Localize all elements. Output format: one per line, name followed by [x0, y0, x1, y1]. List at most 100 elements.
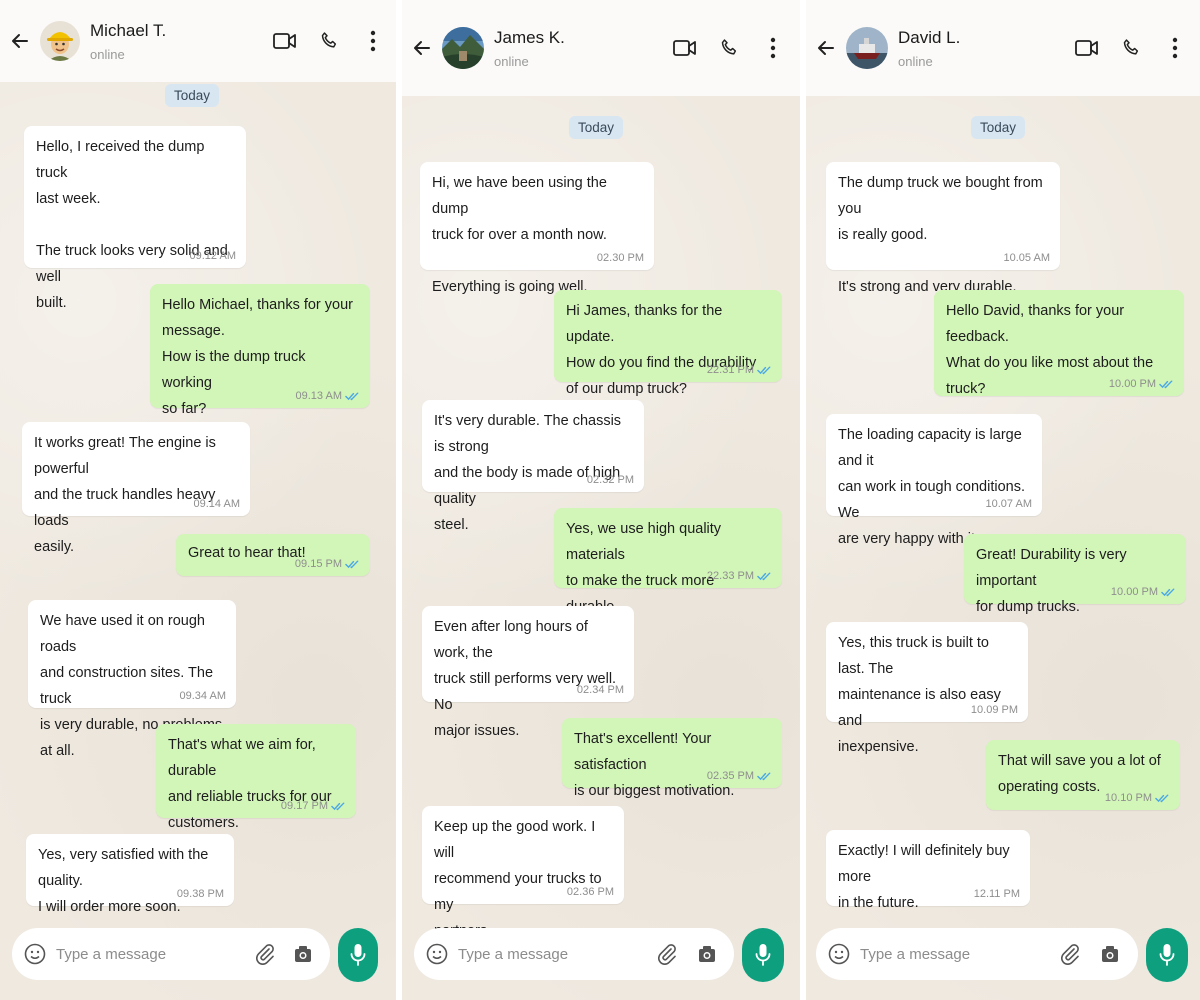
message-bubble-outgoing[interactable]: Hi James, thanks for the update. How do …: [554, 290, 782, 397]
read-ticks-icon: [757, 772, 771, 781]
message-bubble-outgoing[interactable]: Hello David, thanks for your feedback. W…: [934, 290, 1184, 397]
message-text: Hi, we have been using the dump truck fo…: [432, 175, 607, 295]
message-bubble-outgoing[interactable]: That's what we aim for, durable and reli…: [156, 724, 356, 831]
video-call-icon[interactable]: [272, 28, 298, 54]
message-meta: 09.14 AM: [194, 498, 240, 510]
attach-icon[interactable]: [657, 942, 680, 966]
more-options-icon[interactable]: [1162, 35, 1188, 61]
message-text: That's what we aim for, durable and reli…: [168, 737, 332, 831]
message-bubble-incoming[interactable]: The loading capacity is large and it can…: [826, 414, 1042, 547]
message-text: The loading capacity is large and it can…: [838, 427, 1025, 547]
date-label: Today: [164, 84, 220, 107]
message-text: Keep up the good work. I will recommend …: [434, 819, 602, 939]
read-ticks-icon: [345, 560, 359, 569]
mic-button[interactable]: [1146, 928, 1188, 982]
read-ticks-icon: [345, 392, 359, 401]
message-meta: 02.35 PM: [707, 770, 772, 782]
message-meta: 22.31 PM: [707, 364, 772, 376]
camera-icon[interactable]: [696, 942, 719, 966]
mic-button[interactable]: [742, 928, 784, 982]
attach-icon[interactable]: [255, 942, 277, 966]
back-arrow-icon[interactable]: [8, 29, 32, 53]
message-bubble-incoming[interactable]: Hello, I received the dump truck last we…: [24, 126, 246, 311]
message-time: 10.05 AM: [1003, 252, 1050, 264]
video-call-icon[interactable]: [672, 35, 698, 61]
phone-call-icon[interactable]: [316, 28, 342, 54]
contact-name: David L.: [898, 27, 961, 47]
video-call-icon[interactable]: [1074, 35, 1100, 61]
message-bubble-outgoing[interactable]: Great to hear that! 09.15 PM: [176, 534, 370, 576]
message-bubble-outgoing[interactable]: Great! Durability is very important for …: [964, 534, 1186, 615]
message-bubble-outgoing[interactable]: That's excellent! Your satisfaction is o…: [562, 718, 782, 799]
message-input[interactable]: [458, 945, 657, 963]
chat-header: David L. online: [806, 0, 1200, 96]
emoji-icon[interactable]: [24, 943, 46, 965]
chat-header: Michael T. online: [0, 0, 396, 82]
message-time: 09.13 AM: [295, 390, 342, 402]
phone-call-icon[interactable]: [1118, 35, 1144, 61]
message-bubble-incoming[interactable]: It works great! The engine is powerful a…: [22, 422, 250, 555]
message-bubble-incoming[interactable]: Hi, we have been using the dump truck fo…: [420, 162, 654, 295]
more-options-icon[interactable]: [360, 28, 386, 54]
avatar[interactable]: [846, 27, 888, 69]
message-time: 12.11 PM: [973, 888, 1020, 900]
message-input[interactable]: [56, 945, 255, 963]
message-bubble-incoming[interactable]: The dump truck we bought from you is rea…: [826, 162, 1060, 295]
message-meta: 02.30 PM: [597, 252, 644, 264]
message-bubble-incoming[interactable]: Even after long hours of work, the truck…: [422, 606, 634, 739]
message-meta: 02.32 PM: [587, 474, 634, 486]
message-bubble-incoming[interactable]: It's very durable. The chassis is strong…: [422, 400, 644, 533]
message-bubble-outgoing[interactable]: That will save you a lot of operating co…: [986, 740, 1180, 810]
message-time: 09.38 PM: [176, 888, 224, 900]
message-time: 22.33 PM: [706, 570, 754, 582]
message-meta: 09.38 PM: [177, 888, 224, 900]
message-bubble-incoming[interactable]: Keep up the good work. I will recommend …: [422, 806, 624, 939]
contact-info[interactable]: James K. online: [494, 28, 672, 69]
more-options-icon[interactable]: [760, 35, 786, 61]
contact-status: online: [494, 53, 529, 69]
message-time: 09.14 AM: [193, 498, 240, 510]
message-time: 09.17 PM: [280, 800, 328, 812]
phone-call-icon[interactable]: [716, 35, 742, 61]
contact-name: James K.: [494, 27, 565, 47]
message-meta: 22.33 PM: [707, 570, 772, 582]
message-input[interactable]: [860, 945, 1059, 963]
back-arrow-icon[interactable]: [410, 36, 434, 60]
back-arrow-icon[interactable]: [814, 36, 838, 60]
message-time: 10.09 PM: [970, 704, 1018, 716]
read-ticks-icon: [1155, 794, 1169, 803]
mic-icon: [1159, 944, 1175, 966]
message-bubble-incoming[interactable]: Yes, this truck is built to last. The ma…: [826, 622, 1028, 755]
message-bubble-incoming[interactable]: Exactly! I will definitely buy more in t…: [826, 830, 1030, 911]
avatar[interactable]: [40, 21, 80, 61]
message-text: Exactly! I will definitely buy more in t…: [838, 843, 1010, 911]
message-bubble-incoming[interactable]: Yes, very satisfied with the quality. I …: [26, 834, 234, 915]
avatar[interactable]: [442, 27, 484, 69]
message-time: 10.00 PM: [1108, 378, 1156, 390]
camera-icon[interactable]: [1099, 942, 1123, 966]
contact-status: online: [90, 46, 125, 62]
message-meta: 02.36 PM: [567, 886, 614, 898]
message-meta: 10.05 AM: [1004, 252, 1050, 264]
emoji-icon[interactable]: [426, 943, 448, 965]
camera-icon[interactable]: [293, 942, 315, 966]
message-bubble-outgoing[interactable]: Yes, we use high quality materials to ma…: [554, 508, 782, 615]
message-composer: [414, 928, 734, 980]
mic-icon: [755, 944, 771, 966]
contact-status: online: [898, 53, 933, 69]
message-time: 09.12 AM: [189, 250, 236, 262]
message-text: Hi James, thanks for the update. How do …: [566, 303, 757, 397]
message-bubble-outgoing[interactable]: Hello Michael, thanks for your message. …: [150, 284, 370, 417]
message-composer: [816, 928, 1138, 980]
contact-info[interactable]: David L. online: [898, 28, 1074, 69]
attach-icon[interactable]: [1059, 942, 1083, 966]
message-meta: 09.34 AM: [180, 690, 226, 702]
mic-button[interactable]: [338, 928, 378, 982]
contact-info[interactable]: Michael T. online: [90, 21, 272, 62]
message-bubble-incoming[interactable]: We have used it on rough roads and const…: [28, 600, 236, 759]
emoji-icon[interactable]: [828, 943, 850, 965]
message-meta: 09.13 AM: [296, 390, 360, 402]
message-time: 22.31 PM: [706, 364, 754, 376]
message-time: 02.35 PM: [706, 770, 754, 782]
date-label: Today: [568, 116, 624, 139]
